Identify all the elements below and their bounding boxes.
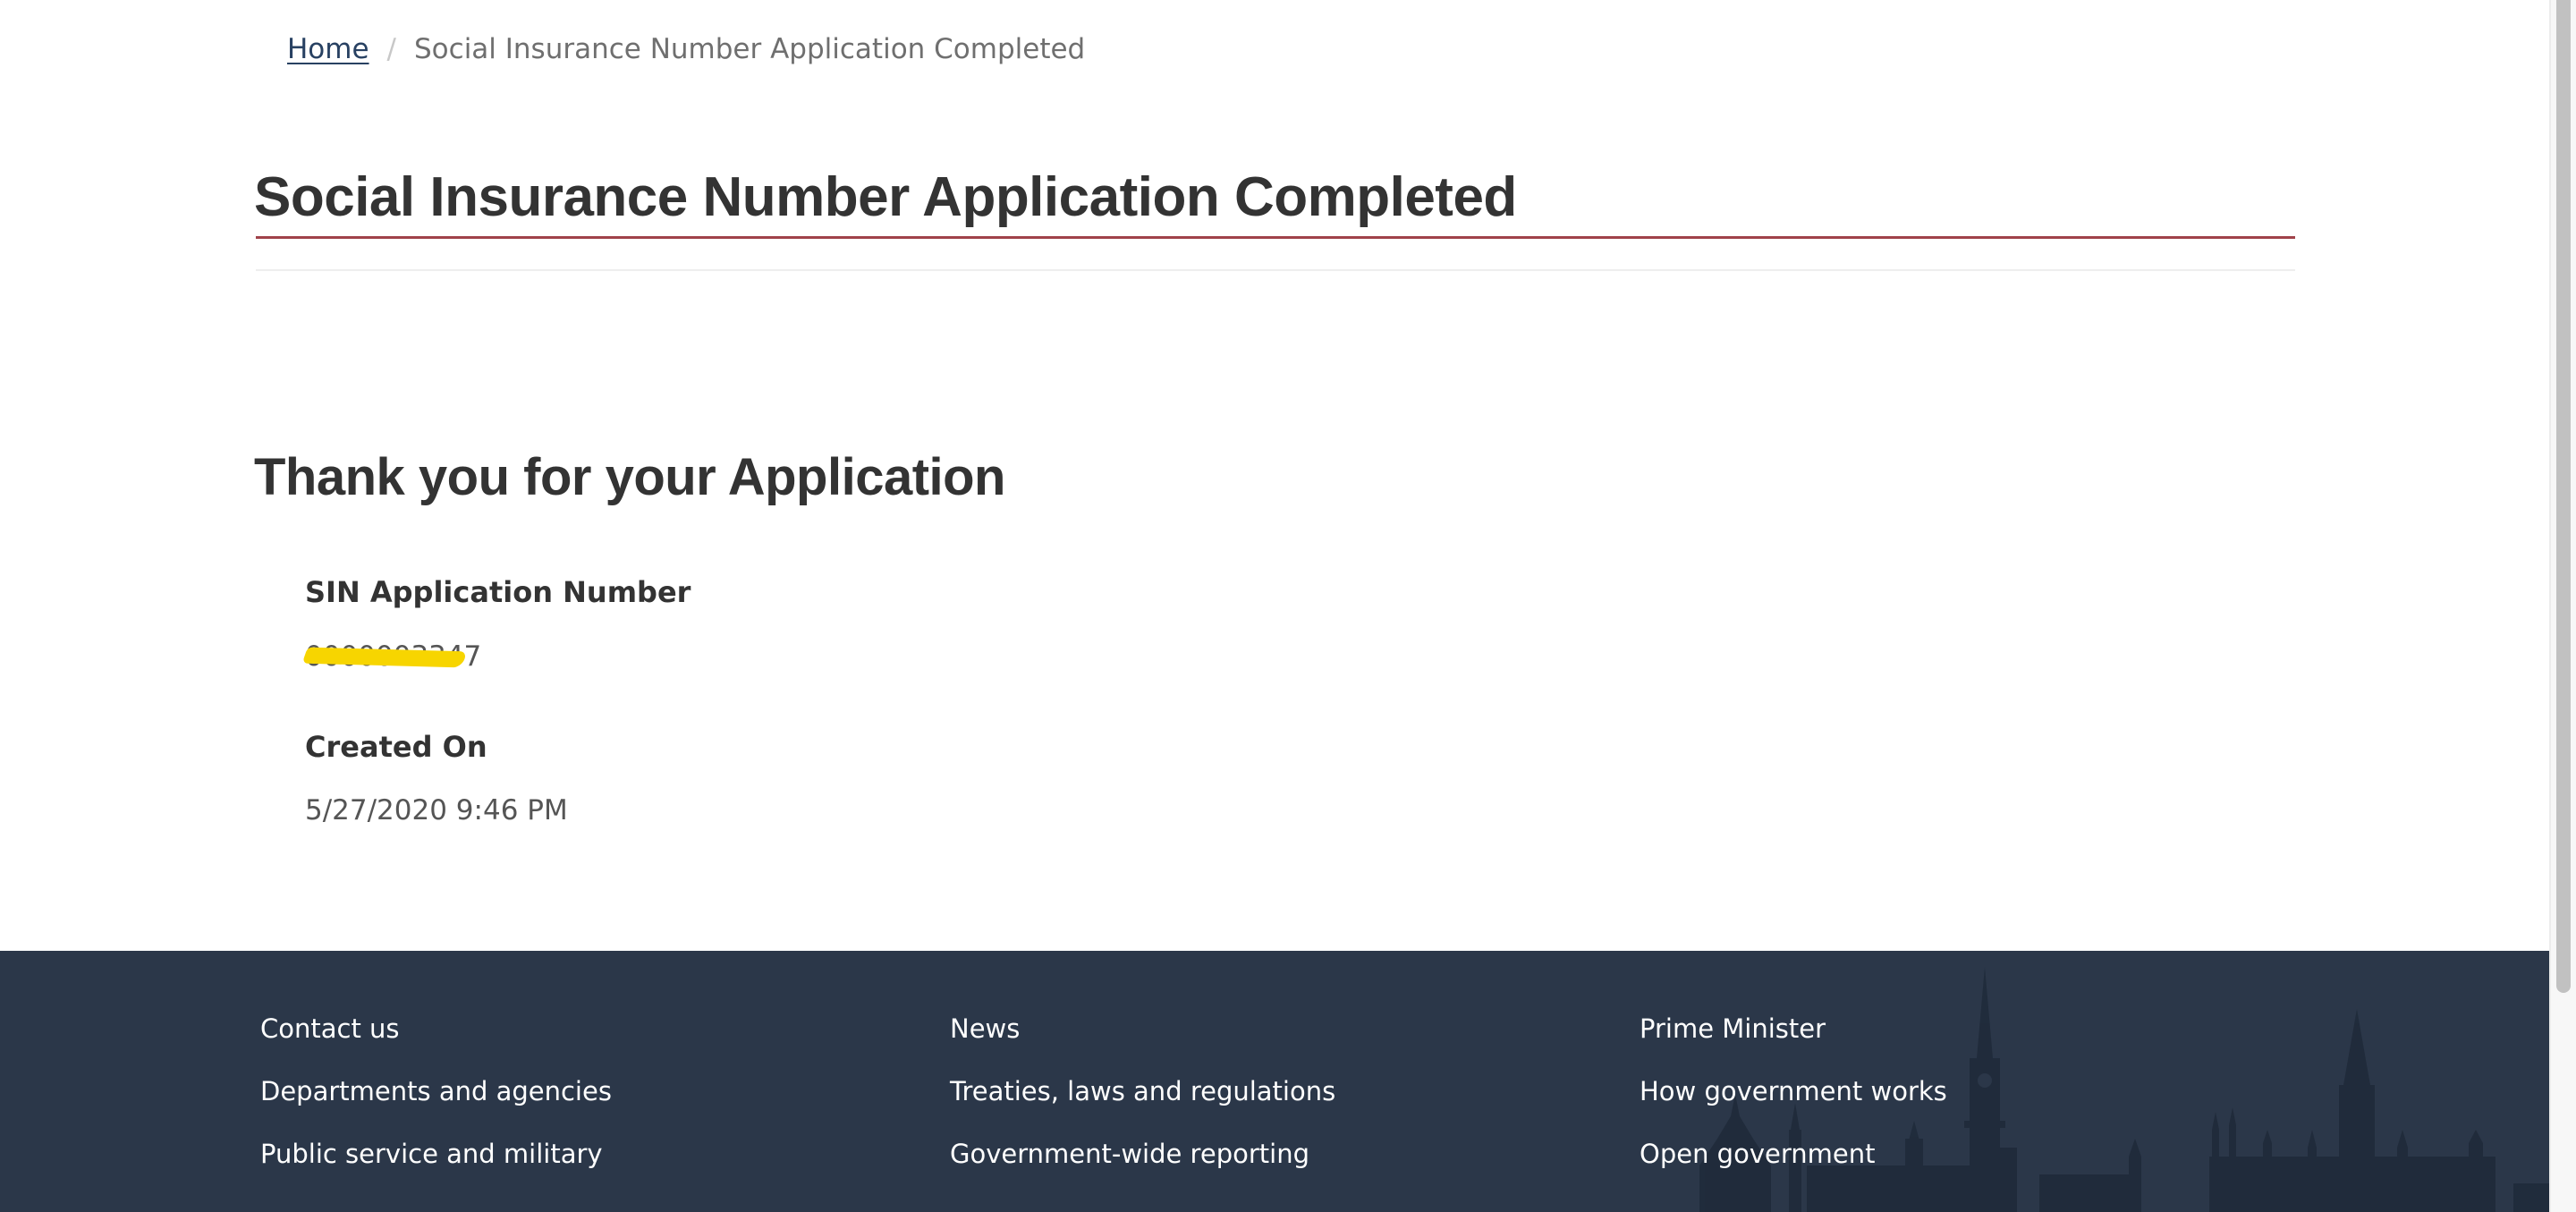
footer-link-news[interactable]: News: [950, 1011, 1020, 1047]
footer-link-government-wide-reporting[interactable]: Government-wide reporting: [950, 1136, 1309, 1172]
page: Home / Social Insurance Number Application…: [0, 0, 2549, 1212]
footer-link-public-service-and-military[interactable]: Public service and military: [260, 1136, 603, 1172]
page-title: Social Insurance Number Application Comp…: [254, 166, 1517, 228]
site-footer: Contact us Departments and agencies Publ…: [0, 951, 2549, 1212]
sin-application-number-label: SIN Application Number: [305, 575, 691, 609]
section-divider: [256, 269, 2295, 271]
confirmation-heading: Thank you for your Application: [254, 448, 1006, 506]
created-on-label: Created On: [305, 730, 487, 764]
vertical-scrollbar[interactable]: [2549, 0, 2576, 1212]
scrollbar-thumb[interactable]: [2556, 0, 2571, 993]
footer-link-treaties-laws-regulations[interactable]: Treaties, laws and regulations: [950, 1073, 1335, 1109]
footer-link-contact-us[interactable]: Contact us: [260, 1011, 400, 1047]
breadcrumb-current: Social Insurance Number Application Comp…: [414, 33, 1086, 65]
footer-link-open-government[interactable]: Open government: [1640, 1136, 1875, 1172]
breadcrumb: Home / Social Insurance Number Application…: [287, 27, 1085, 72]
created-on-value: 5/27/2020 9:46 PM: [305, 794, 568, 826]
title-underline: [256, 236, 2295, 239]
footer-link-departments-and-agencies[interactable]: Departments and agencies: [260, 1073, 612, 1109]
breadcrumb-separator: /: [386, 33, 396, 65]
footer-link-how-government-works[interactable]: How government works: [1640, 1073, 1947, 1109]
sin-application-number-value: 0000003347: [301, 637, 481, 673]
footer-link-prime-minister[interactable]: Prime Minister: [1640, 1011, 1826, 1047]
breadcrumb-home-link[interactable]: Home: [287, 33, 369, 65]
